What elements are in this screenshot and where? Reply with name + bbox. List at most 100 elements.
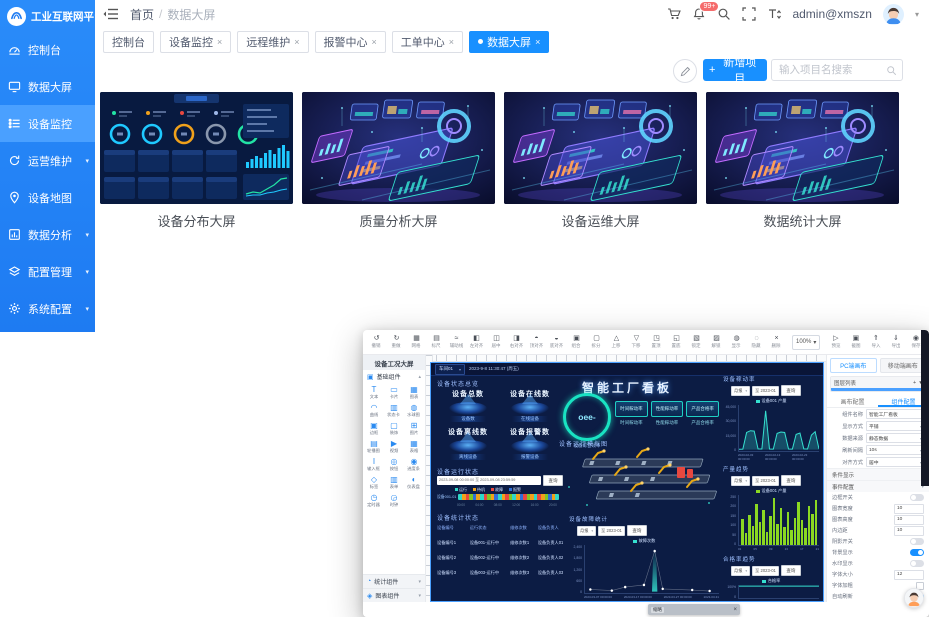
font-size-icon[interactable] (767, 7, 781, 21)
toolbar-隐藏[interactable]: ◌隐藏 (748, 335, 765, 349)
sidebar-item-设备监控[interactable]: 设备监控 (0, 105, 95, 142)
sidebar-item-数据分析[interactable]: 数据分析▾ (0, 216, 95, 253)
component-装饰[interactable]: ▢装饰 (384, 421, 404, 436)
screen-card[interactable]: 数据统计大屏 (706, 92, 899, 230)
query-button[interactable]: 查询 (781, 385, 801, 396)
toolbar-顶对齐[interactable]: ◓顶对齐 (528, 335, 545, 349)
component-按钮[interactable]: ◎按钮 (384, 457, 404, 472)
toolbar-辅助线[interactable]: ≈辅助线 (448, 335, 465, 349)
user-email[interactable]: admin@xmszn (792, 7, 872, 21)
visibility-eye-icon[interactable]: ◉ (834, 391, 839, 393)
tab-canvas-config[interactable]: 画布配置 (827, 395, 878, 407)
component-曲线[interactable]: ◠曲线 (364, 403, 384, 418)
input-字体大小[interactable]: 12 (894, 570, 924, 580)
toolbar-底对齐[interactable]: ◒底对齐 (548, 335, 565, 349)
toolbar-预览[interactable]: ▷预览 (827, 335, 844, 349)
toolbar-居中[interactable]: ◫居中 (488, 335, 505, 349)
component-轮播图[interactable]: ▤轮播图 (364, 439, 384, 454)
component-文本[interactable]: T文本 (364, 385, 384, 400)
toggle-背景显示[interactable] (910, 549, 924, 556)
toolbar-解锁[interactable]: ▨解锁 (708, 335, 725, 349)
date-input[interactable]: 至 2023-01 (598, 526, 625, 536)
sidebar-item-设备地图[interactable]: 设备地图 (0, 179, 95, 216)
group-事件配置[interactable]: 事件配置▾ (827, 480, 929, 492)
screen-card[interactable]: 设备分布大屏 (100, 92, 293, 230)
period-select[interactable]: 月报▾ (731, 476, 750, 486)
logo[interactable]: 工业互联网平台 (0, 0, 95, 31)
add-layer-icon[interactable]: + (913, 380, 916, 386)
edit-mode-button[interactable] (673, 59, 697, 83)
notification-bell-icon[interactable]: 99+ (692, 7, 706, 21)
date-range-input[interactable]: 2023-09-08 00:00:00 至 2023-09-08 23:59:5… (437, 476, 541, 485)
section-basic-components[interactable]: ▣ 基础组件 ▴ (363, 370, 425, 383)
component-仪表盘[interactable]: ◐仪表盘 (404, 475, 424, 490)
layer-item[interactable]: ◉ 智能工厂看板 ⋯ (831, 388, 925, 392)
query-button[interactable]: 查询 (781, 475, 801, 486)
component-图片[interactable]: ⊞图片 (404, 421, 424, 436)
tab-远程维护[interactable]: 远程维护× (237, 31, 308, 53)
add-project-button[interactable]: + 新增项目 (703, 59, 767, 81)
component-时钟[interactable]: ◶时钟 (384, 493, 404, 508)
date-input[interactable]: 至 2023-01 (752, 566, 779, 576)
setting-select[interactable]: 静态数据▾ (866, 433, 925, 443)
tab-控制台[interactable]: 控制台 (103, 31, 154, 53)
fullscreen-icon[interactable] (742, 7, 756, 21)
project-search-input[interactable] (777, 63, 886, 77)
toolbar-上移[interactable]: △上移 (608, 335, 625, 349)
section-统计组件[interactable]: ◔统计组件▾ (363, 574, 425, 588)
input-内边距[interactable]: 10 (894, 526, 924, 536)
setting-select[interactable]: 10s▾ (866, 445, 925, 455)
sidebar-item-系统配置[interactable]: 系统配置▾ (0, 290, 95, 327)
screen-card[interactable]: 设备运维大屏 (504, 92, 697, 230)
toolbar-置底[interactable]: ◱置底 (668, 335, 685, 349)
date-input[interactable]: 至 2023-01 (752, 476, 779, 486)
close-icon[interactable]: × (733, 607, 737, 613)
period-select[interactable]: 月报▾ (731, 386, 750, 396)
toolbar-拆分[interactable]: ▢拆分 (588, 335, 605, 349)
setting-select[interactable]: 居中▾ (866, 457, 925, 467)
component-标签[interactable]: ◇标签 (364, 475, 384, 490)
mini-scrollbar[interactable]: 缩略 × (648, 604, 740, 615)
component-图表[interactable]: ▦图表 (404, 385, 424, 400)
component-表单[interactable]: ▥表单 (384, 475, 404, 490)
toolbar-左对齐[interactable]: ◧左对齐 (468, 335, 485, 349)
toolbar-网格[interactable]: ▦网格 (408, 335, 425, 349)
toggle-阴影开关[interactable] (910, 538, 924, 545)
workshop-select[interactable]: 车间01▾ (435, 364, 465, 375)
component-输入框[interactable]: I输入框 (364, 457, 384, 472)
design-canvas[interactable]: 车间01▾ 2023-9-8 11:30:47 (周五) 智能工厂看板 设备状态… (431, 363, 823, 601)
sidebar-item-运营维护[interactable]: 运营维护▾ (0, 142, 95, 179)
query-button[interactable]: 查询 (781, 565, 801, 576)
tab-mobile-canvas[interactable]: 移动端画布 (880, 358, 927, 373)
close-tab-icon[interactable]: × (535, 37, 540, 47)
toolbar-下移[interactable]: ▽下移 (628, 335, 645, 349)
toolbar-显示[interactable]: ◍显示 (728, 335, 745, 349)
component-表格[interactable]: ▦表格 (404, 439, 424, 454)
component-视频[interactable]: ▶视频 (384, 439, 404, 454)
tab-设备监控[interactable]: 设备监控× (160, 31, 231, 53)
close-tab-icon[interactable]: × (217, 37, 222, 47)
close-tab-icon[interactable]: × (449, 37, 454, 47)
user-avatar[interactable] (883, 4, 904, 25)
close-tab-icon[interactable]: × (294, 37, 299, 47)
toolbar-导入[interactable]: ⇑导入 (867, 335, 884, 349)
toolbar-导出[interactable]: ⇓导出 (887, 335, 904, 349)
tab-数据大屏[interactable]: 数据大屏× (469, 31, 549, 53)
zoom-select[interactable]: 100%▾ (792, 335, 820, 350)
toolbar-截图[interactable]: ▣截图 (847, 335, 864, 349)
component-边框[interactable]: ▣边框 (364, 421, 384, 436)
sidebar-item-配置管理[interactable]: 配置管理▾ (0, 253, 95, 290)
query-button[interactable]: 查询 (543, 475, 563, 486)
toolbar-标尺[interactable]: ▤标尺 (428, 335, 445, 349)
service-avatar[interactable] (904, 588, 924, 608)
component-进度条[interactable]: ◉进度条 (404, 457, 424, 472)
input-图表高度[interactable]: 10 (894, 515, 924, 525)
tab-工单中心[interactable]: 工单中心× (392, 31, 463, 53)
close-tab-icon[interactable]: × (372, 37, 377, 47)
toolbar-置顶[interactable]: ◳置顶 (648, 335, 665, 349)
toolbar-组合[interactable]: ▣组合 (568, 335, 585, 349)
toggle-水印显示[interactable] (910, 560, 924, 567)
screen-card[interactable]: 质量分析大屏 (302, 92, 495, 230)
toolbar-右对齐[interactable]: ◨右对齐 (508, 335, 525, 349)
cart-icon[interactable] (667, 7, 681, 21)
